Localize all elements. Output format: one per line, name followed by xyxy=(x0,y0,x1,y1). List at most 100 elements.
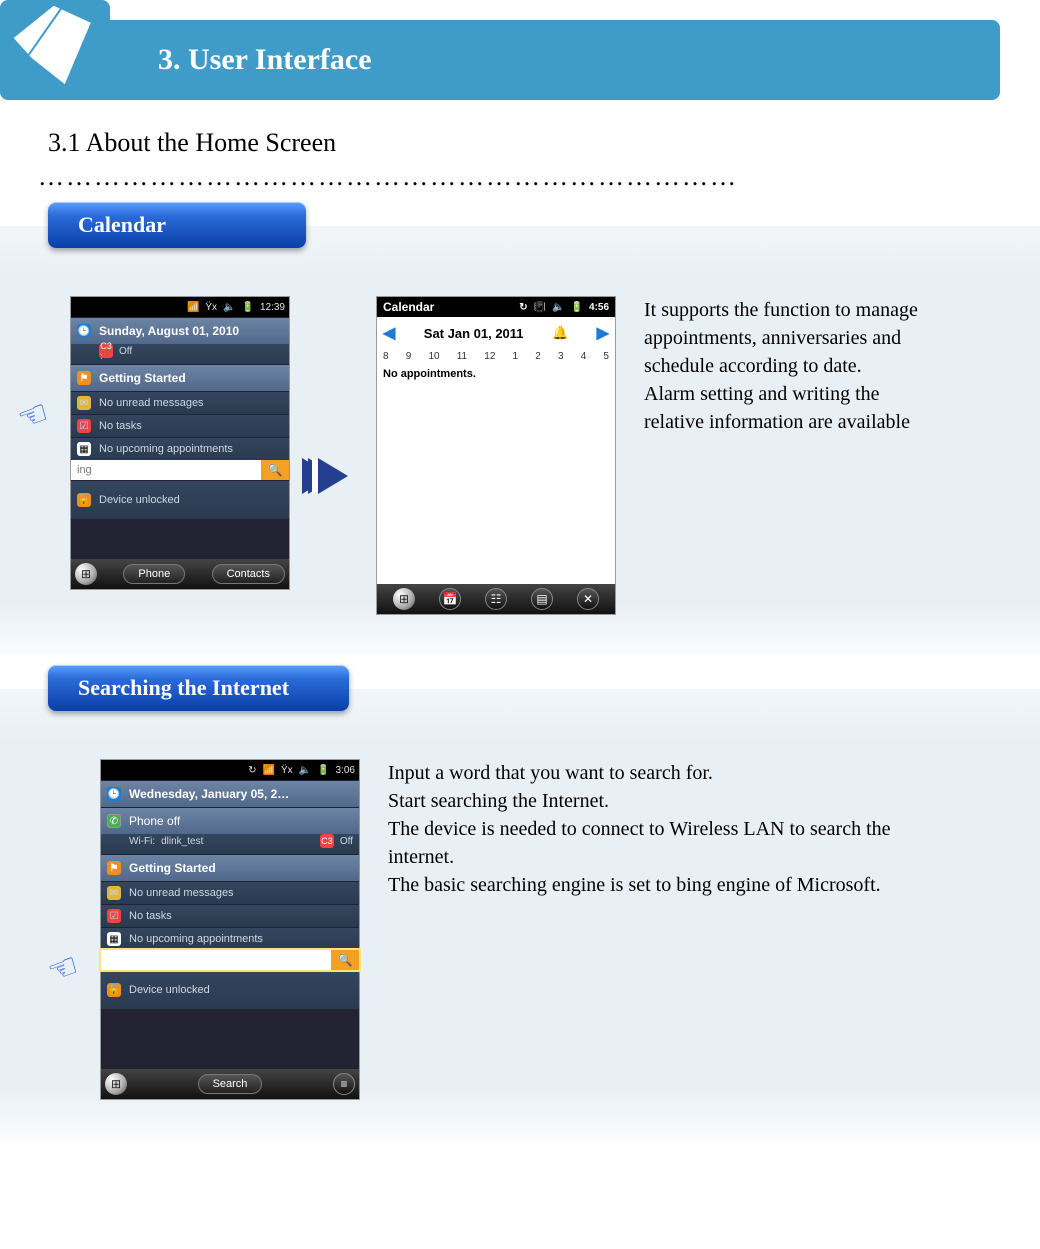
row-getting-started[interactable]: ⚑ Getting Started xyxy=(101,854,359,881)
search-input[interactable] xyxy=(71,460,261,480)
wifi-right-text: Off xyxy=(340,836,353,847)
windows-start-button[interactable]: ⊞ xyxy=(105,1073,127,1095)
pointing-hand-icon: ☜ xyxy=(42,945,84,993)
home-date-text: Wednesday, January 05, 2… xyxy=(129,787,289,801)
getting-started-text: Getting Started xyxy=(129,861,216,875)
home-filler xyxy=(101,1009,359,1069)
chapter-title: 3. User Interface xyxy=(158,43,372,77)
row-phone-status[interactable]: ✆ Phone off xyxy=(101,807,359,834)
sync-icon: ↻ xyxy=(519,302,527,313)
subsection-label-internet: Searching the Internet xyxy=(48,665,349,711)
vibrate-icon: 📳 xyxy=(534,302,546,313)
calendar-time: 4:56 xyxy=(589,302,609,313)
softkey-menu-button[interactable]: ≡ xyxy=(333,1073,355,1095)
day-cell[interactable]: 12 xyxy=(484,351,495,362)
day-cell[interactable]: 4 xyxy=(581,351,587,362)
day-cell[interactable]: 10 xyxy=(428,351,439,362)
windows-start-button[interactable]: ⊞ xyxy=(393,588,415,610)
windows-start-button[interactable]: ⊞ xyxy=(75,563,97,585)
section-divider: ………………………………………………………………… xyxy=(38,162,1000,192)
unlocked-text: Device unlocked xyxy=(99,494,180,506)
battery-icon: 🔋 xyxy=(571,302,583,313)
home-date-text: Sunday, August 01, 2010 xyxy=(99,324,239,338)
calendar-status-icons: ↻ 📳 🔈 🔋 4:56 xyxy=(519,302,609,313)
appts-text: No upcoming appointments xyxy=(129,933,263,945)
calendar-close-button[interactable]: ✕ xyxy=(577,588,599,610)
chapter-header: 3. User Interface xyxy=(8,20,1000,100)
row-unlocked[interactable]: 🔓 Device unlocked xyxy=(101,970,359,1009)
unlocked-text: Device unlocked xyxy=(129,984,210,996)
search-row-active[interactable]: 🔍 xyxy=(101,950,359,970)
row-appointments[interactable]: ▦ No upcoming appointments xyxy=(71,437,289,460)
day-cell[interactable]: 11 xyxy=(457,351,467,362)
chapter-badge-icon xyxy=(0,0,110,100)
softkey-search[interactable]: Search xyxy=(198,1074,263,1094)
clock-icon: 🕒 xyxy=(77,324,91,338)
wifi-value: dlink_test xyxy=(161,836,203,847)
day-cell[interactable]: 3 xyxy=(558,351,564,362)
signal-icon: 📶 xyxy=(187,302,199,313)
getting-started-text: Getting Started xyxy=(99,371,186,385)
home-date-row[interactable]: 🕒 Sunday, August 01, 2010 xyxy=(71,317,289,344)
mail-icon: ✉ xyxy=(107,886,121,900)
wifi-label: Wi-Fi: xyxy=(129,836,155,847)
antenna-icon: Ÿx xyxy=(205,302,217,313)
softkey-phone[interactable]: Phone xyxy=(123,564,185,584)
row-tasks[interactable]: ☑ No tasks xyxy=(101,904,359,927)
home-phone-sub-text: Off xyxy=(119,346,132,357)
row-appointments[interactable]: ▦ No upcoming appointments xyxy=(101,927,359,950)
alarm-icon[interactable]: 🔔 xyxy=(552,325,568,341)
day-cell[interactable]: 8 xyxy=(383,351,389,362)
volume-icon: 🔈 xyxy=(223,302,235,313)
sync-icon: ↻ xyxy=(248,765,256,776)
status-bar: ↻ 📶 Ÿx 🔈 🔋 3:06 xyxy=(101,760,359,780)
messages-text: No unread messages xyxy=(129,887,234,899)
row-messages[interactable]: ✉ No unread messages xyxy=(101,881,359,904)
tasks-text: No tasks xyxy=(129,910,172,922)
prev-day-button[interactable]: ◀ xyxy=(383,323,395,343)
screenshot-home-search: ↻ 📶 Ÿx 🔈 🔋 3:06 🕒 Wednesday, January 05,… xyxy=(100,759,360,1100)
calendar-menu-button[interactable]: ▤ xyxy=(531,588,553,610)
row-unlocked[interactable]: 🔓 Device unlocked xyxy=(71,480,289,519)
screenshot-calendar-app: Calendar ↻ 📳 🔈 🔋 4:56 ◀ Sat Jan 01, 2011… xyxy=(376,296,616,615)
row-wifi-sub[interactable]: Wi-Fi: dlink_test C3 Off xyxy=(101,834,359,854)
calendar-month-button[interactable]: ☷ xyxy=(485,588,507,610)
next-day-button[interactable]: ▶ xyxy=(597,323,609,343)
softkey-tray: ⊞ Phone Contacts xyxy=(71,559,289,589)
day-cell[interactable]: 1 xyxy=(513,351,519,362)
row-getting-started[interactable]: ⚑ Getting Started xyxy=(71,364,289,391)
search-go-button[interactable]: 🔍 xyxy=(331,950,359,970)
panel-internet: ☜ ↻ 📶 Ÿx 🔈 🔋 3:06 🕒 Wednesday, January 0… xyxy=(0,689,1040,1140)
calendar-app-title: Calendar xyxy=(383,300,434,314)
row-tasks[interactable]: ☑ No tasks xyxy=(71,414,289,437)
search-row[interactable]: 🔍 xyxy=(71,460,289,480)
antenna-icon: Ÿx xyxy=(281,765,293,776)
badge-icon: C3 : xyxy=(99,344,113,358)
calendar-titlebar: Calendar ↻ 📳 🔈 🔋 4:56 xyxy=(377,297,615,317)
status-time: 3:06 xyxy=(336,765,355,776)
mail-icon: ✉ xyxy=(77,396,91,410)
calendar-day-strip[interactable]: 8 9 10 11 12 1 2 3 4 5 xyxy=(377,349,615,364)
panel-calendar: ☜ 📶 Ÿx 🔈 🔋 12:39 🕒 Sunday, August 01, 20… xyxy=(0,226,1040,655)
calendar-today-button[interactable]: 📅 xyxy=(439,588,461,610)
calendar-icon: ▦ xyxy=(107,932,121,946)
subsection-label-calendar: Calendar xyxy=(48,202,306,248)
day-cell[interactable]: 9 xyxy=(406,351,412,362)
home-date-row[interactable]: 🕒 Wednesday, January 05, 2… xyxy=(101,780,359,807)
status-bar: 📶 Ÿx 🔈 🔋 12:39 xyxy=(71,297,289,317)
tasks-icon: ☑ xyxy=(107,909,121,923)
status-time: 12:39 xyxy=(260,302,285,313)
day-cell[interactable]: 2 xyxy=(535,351,541,362)
home-phone-sub: C3 : Off xyxy=(71,344,289,364)
tasks-text: No tasks xyxy=(99,420,142,432)
badge-icon: C3 xyxy=(320,834,334,848)
phone-icon: ✆ xyxy=(107,814,121,828)
pointing-hand-icon: ☜ xyxy=(12,392,54,440)
day-cell[interactable]: 5 xyxy=(603,351,609,362)
row-messages[interactable]: ✉ No unread messages xyxy=(71,391,289,414)
softkey-contacts[interactable]: Contacts xyxy=(212,564,285,584)
search-go-button[interactable]: 🔍 xyxy=(261,460,289,480)
battery-icon: 🔋 xyxy=(317,765,329,776)
calendar-tray: ⊞ 📅 ☷ ▤ ✕ xyxy=(377,584,615,614)
search-input[interactable] xyxy=(101,950,331,970)
